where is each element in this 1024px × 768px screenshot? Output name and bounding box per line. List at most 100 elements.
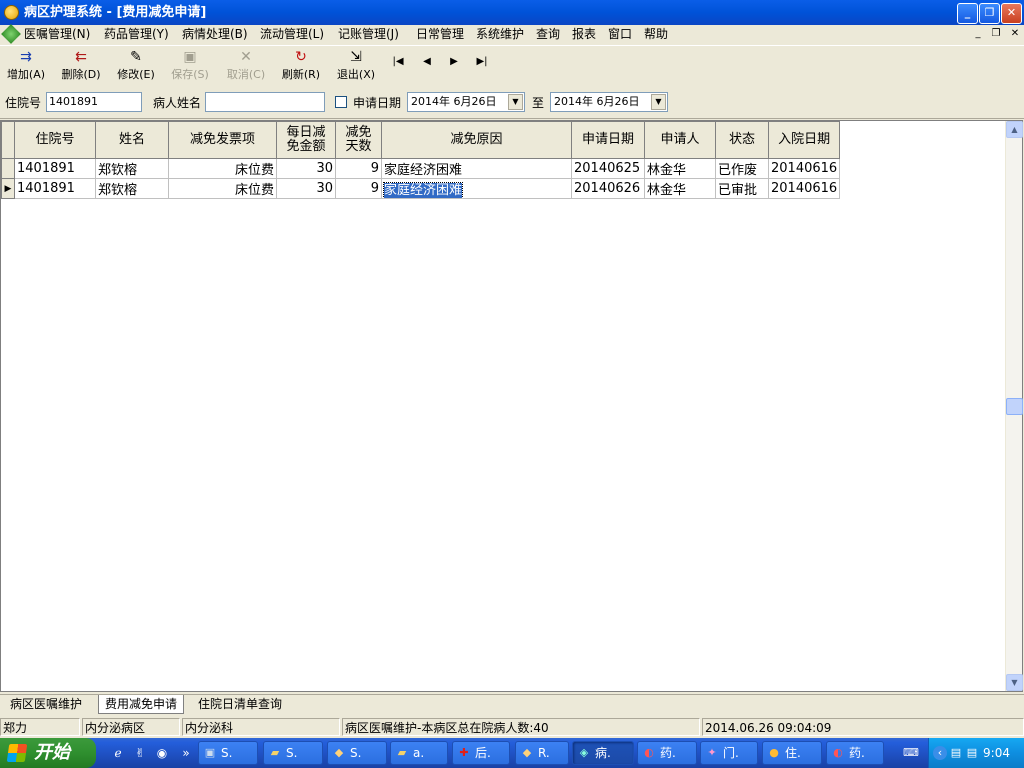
delete-button[interactable]: ⇇ 删除(D) xyxy=(58,49,104,83)
date-from-picker[interactable]: 2014年 6月26日 ▼ xyxy=(407,92,525,112)
col-status-header[interactable]: 状态 xyxy=(715,121,769,159)
scroll-up-icon[interactable]: ▲ xyxy=(1006,121,1023,138)
col-status-cell[interactable]: 已审批 xyxy=(715,178,769,199)
start-button[interactable]: 开始 xyxy=(0,738,96,768)
col-days-cell[interactable]: 9 xyxy=(335,178,382,199)
row-indicator-header xyxy=(1,121,15,159)
exit-button[interactable]: ⇲ 退出(X) xyxy=(334,49,378,83)
taskbar-task-button[interactable]: ◈ 病. xyxy=(572,741,634,765)
col-applicant-header[interactable]: 申请人 xyxy=(644,121,716,159)
table-row[interactable]: 1401891 郑钦榕 床位费 30 9 家庭经济困难 20140625 林金华 已作废 2014… xyxy=(1,158,841,179)
col-applicant-cell[interactable]: 林金华 xyxy=(644,158,716,179)
menu-billing[interactable]: 记账管理(J) xyxy=(338,25,399,43)
minimize-button[interactable]: _ xyxy=(957,3,978,24)
col-daily-amount-header[interactable]: 每日减 免金额 xyxy=(276,121,336,159)
edit-button[interactable]: ✎ 修改(E) xyxy=(114,49,158,83)
first-record-icon[interactable]: |◀ xyxy=(391,55,405,69)
taskbar-task-button[interactable]: ● 住. xyxy=(762,741,822,765)
previous-record-icon[interactable]: ◀ xyxy=(420,55,434,69)
taskbar-task-button[interactable]: ◐ 药. xyxy=(637,741,697,765)
taskbar-task-button[interactable]: ▣ S. xyxy=(198,741,258,765)
network-icon[interactable]: ▤ xyxy=(965,746,979,760)
row-indicator[interactable] xyxy=(1,158,15,179)
menu-query[interactable]: 查询 xyxy=(536,25,560,43)
admission-no-input[interactable]: 1401891 xyxy=(46,92,142,112)
chevron-down-icon[interactable]: ▼ xyxy=(508,94,523,110)
quicklaunch-more-icon[interactable]: » xyxy=(178,745,194,761)
tray-expand-icon[interactable]: ‹ xyxy=(933,746,947,760)
col-invoice-item-header[interactable]: 减免发票项 xyxy=(168,121,277,159)
menu-drugs[interactable]: 药品管理(Y) xyxy=(104,25,169,43)
tab-daily-bill[interactable]: 住院日清单查询 xyxy=(192,695,288,714)
taskbar-task-button[interactable]: ✚ 后. xyxy=(452,741,510,765)
chevron-down-icon[interactable]: ▼ xyxy=(651,94,666,110)
menu-report[interactable]: 报表 xyxy=(572,25,596,43)
col-applicant-cell[interactable]: 林金华 xyxy=(644,178,716,199)
col-status-cell[interactable]: 已作废 xyxy=(715,158,769,179)
col-daily-amount-cell[interactable]: 30 xyxy=(276,158,336,179)
last-record-icon[interactable]: ▶| xyxy=(475,55,489,69)
taskbar-task-button[interactable]: ◐ 药. xyxy=(826,741,884,765)
menu-help[interactable]: 帮助 xyxy=(644,25,668,43)
close-button[interactable]: ✕ xyxy=(1001,3,1022,24)
restore-button[interactable]: ❐ xyxy=(979,3,1000,24)
taskbar-task-button[interactable]: ✦ 门. xyxy=(700,741,758,765)
table-row[interactable]: ▶ 1401891 郑钦榕 床位费 30 9 家庭经济困难 20140626 林金华 已审批 201… xyxy=(1,178,841,199)
taskbar-task-button[interactable]: ▰ S. xyxy=(263,741,323,765)
menu-orders[interactable]: 医嘱管理(N) xyxy=(24,25,90,43)
ie-browser-icon[interactable]: ℯ xyxy=(110,745,126,761)
col-reason-header[interactable]: 减免原因 xyxy=(381,121,572,159)
mdi-minimize-button[interactable]: _ xyxy=(971,27,985,41)
col-invoice-item-cell[interactable]: 床位费 xyxy=(168,158,277,179)
menu-transfer[interactable]: 流动管理(L) xyxy=(260,25,324,43)
menu-window[interactable]: 窗口 xyxy=(608,25,632,43)
menu-condition[interactable]: 病情处理(B) xyxy=(182,25,248,43)
col-days-header[interactable]: 减免 天数 xyxy=(335,121,382,159)
scroll-down-icon[interactable]: ▼ xyxy=(1006,674,1023,691)
keyboard-icon[interactable]: ⌨ xyxy=(903,746,919,760)
quicklaunch-app-icon[interactable]: ◉ xyxy=(154,745,170,761)
col-reason-cell[interactable]: 家庭经济困难 xyxy=(381,178,572,199)
taskbar-task-button[interactable]: ▰ a. xyxy=(390,741,448,765)
taskbar-task-button[interactable]: ◆ R. xyxy=(515,741,569,765)
network-icon[interactable]: ▤ xyxy=(949,746,963,760)
col-apply-date-cell[interactable]: 20140625 xyxy=(571,158,645,179)
col-name-header[interactable]: 姓名 xyxy=(95,121,169,159)
data-grid[interactable]: 住院号 姓名 减免发票项 每日减 免金额 减免 天数 减免原因 申请日期 申请人 状态 入院日期 … xyxy=(0,120,1023,692)
col-admit-date-header[interactable]: 入院日期 xyxy=(767,121,841,159)
col-invoice-item-cell[interactable]: 床位费 xyxy=(168,178,277,199)
menu-daily[interactable]: 日常管理 xyxy=(416,25,464,43)
menu-system[interactable]: 系统维护 xyxy=(476,25,524,43)
col-name-cell[interactable]: 郑钦榕 xyxy=(95,178,169,199)
cancel-button[interactable]: ✕ 取消(C) xyxy=(224,49,268,83)
mdi-restore-button[interactable]: ❐ xyxy=(989,27,1003,41)
col-admit-date-cell[interactable]: 20140616 xyxy=(767,178,841,199)
add-button[interactable]: ⇉ 增加(A) xyxy=(4,49,48,83)
col-reason-cell[interactable]: 家庭经济困难 xyxy=(381,158,572,179)
col-name-cell[interactable]: 郑钦榕 xyxy=(95,158,169,179)
tab-order-maintenance[interactable]: 病区医嘱维护 xyxy=(4,695,88,714)
col-admit-date-cell[interactable]: 20140616 xyxy=(767,158,841,179)
col-apply-date-cell[interactable]: 20140626 xyxy=(571,178,645,199)
scroll-thumb[interactable] xyxy=(1006,398,1023,415)
taskbar-task-button[interactable]: ◆ S. xyxy=(327,741,387,765)
date-to-picker[interactable]: 2014年 6月26日 ▼ xyxy=(550,92,668,112)
col-days-cell[interactable]: 9 xyxy=(335,158,382,179)
vertical-scrollbar[interactable]: ▲ ▼ xyxy=(1005,121,1023,691)
selected-cell-text[interactable]: 家庭经济困难 xyxy=(382,182,464,198)
apply-date-checkbox[interactable] xyxy=(335,96,347,108)
tab-fee-reduction[interactable]: 费用减免申请 xyxy=(98,695,185,714)
col-admission-no-cell[interactable]: 1401891 xyxy=(14,158,96,179)
quicklaunch-app-icon[interactable]: ✌ xyxy=(132,745,148,761)
clock[interactable]: 9:04 xyxy=(983,738,1010,768)
col-daily-amount-cell[interactable]: 30 xyxy=(276,178,336,199)
refresh-button[interactable]: ↻ 刷新(R) xyxy=(279,49,323,83)
patient-name-input[interactable] xyxy=(205,92,325,112)
mdi-close-button[interactable]: ✕ xyxy=(1008,27,1022,41)
next-record-icon[interactable]: ▶ xyxy=(447,55,461,69)
current-row-indicator-icon[interactable]: ▶ xyxy=(1,178,15,199)
col-apply-date-header[interactable]: 申请日期 xyxy=(571,121,645,159)
col-admission-no-header[interactable]: 住院号 xyxy=(14,121,96,159)
col-admission-no-cell[interactable]: 1401891 xyxy=(14,178,96,199)
save-button[interactable]: ▣ 保存(S) xyxy=(168,49,212,83)
